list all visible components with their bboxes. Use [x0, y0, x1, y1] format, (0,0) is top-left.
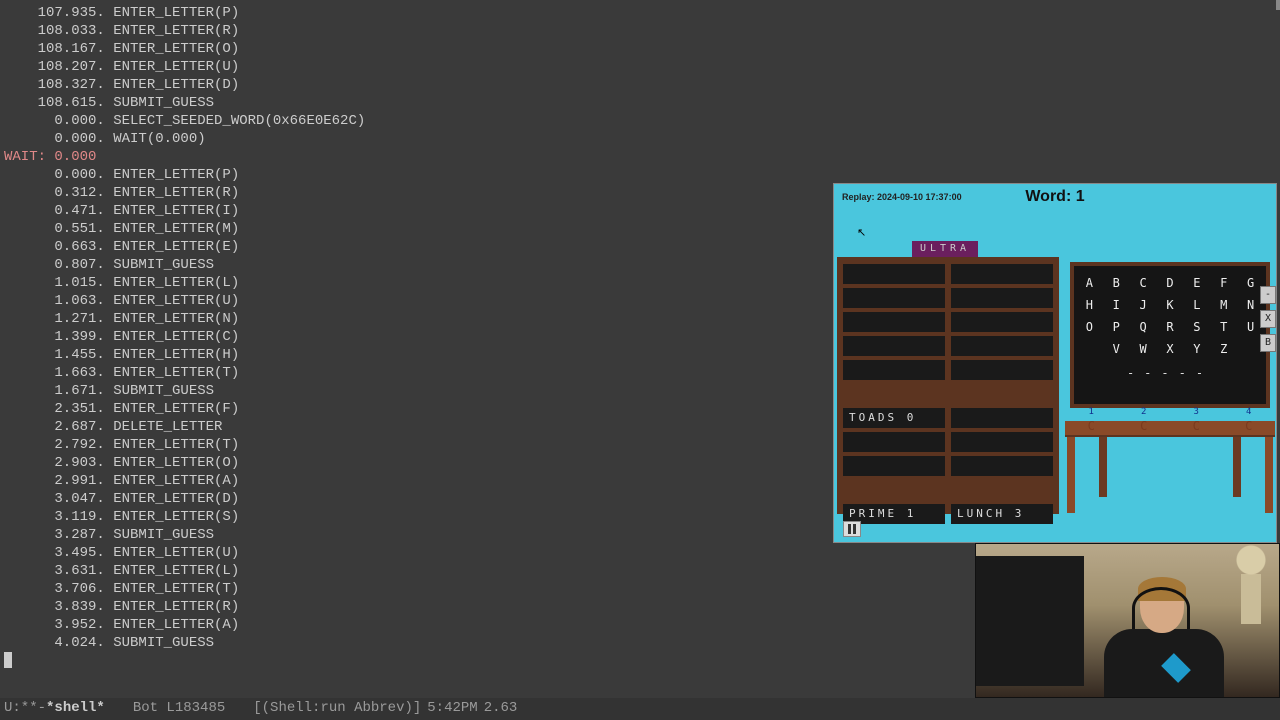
log-line: WAIT: 0.000	[4, 148, 1280, 166]
modeline-time: 5:42PM	[427, 700, 477, 718]
guess-cell	[951, 408, 1053, 428]
mouse-cursor-icon: ↖	[857, 226, 866, 239]
log-line: 108.327. ENTER_LETTER(D)	[4, 76, 1280, 94]
guess-cell	[843, 432, 945, 452]
alpha-key[interactable]: B	[1105, 276, 1128, 290]
alpha-key[interactable]: P	[1105, 320, 1128, 334]
guess-cell	[951, 432, 1053, 452]
desk-graphic: 1234 CCCC	[1065, 421, 1275, 516]
alpha-key[interactable]: I	[1105, 298, 1128, 312]
guess-cell	[843, 264, 945, 284]
side-button-x[interactable]: X	[1260, 310, 1276, 328]
webcam-feed	[975, 543, 1280, 698]
text-cursor	[4, 652, 12, 668]
modeline-modes: [(Shell:run Abbrev)]	[253, 700, 421, 718]
emacs-modeline: U:**-*shell* Bot L183485 [(Shell:run Abb…	[0, 698, 1280, 720]
log-line: 108.207. ENTER_LETTER(U)	[4, 58, 1280, 76]
guess-cell	[951, 264, 1053, 284]
alpha-key[interactable]: E	[1185, 276, 1208, 290]
alpha-key[interactable]: M	[1212, 298, 1235, 312]
guess-cell	[951, 312, 1053, 332]
modeline-position: Bot L183485	[133, 700, 225, 718]
guess-board: TOADS 0PRIME 1LUNCH 3	[843, 264, 1053, 524]
alpha-key[interactable]: T	[1212, 320, 1235, 334]
alpha-key[interactable]: Z	[1212, 342, 1235, 356]
game-titlebar: Replay: 2024-09-10 17:37:00 Word: 1	[834, 184, 1276, 210]
modeline-load: 2.63	[484, 700, 518, 718]
game-window: Replay: 2024-09-10 17:37:00 Word: 1 ↖ UL…	[833, 183, 1277, 543]
log-line: 108.615. SUBMIT_GUESS	[4, 94, 1280, 112]
alpha-key[interactable]: O	[1078, 320, 1101, 334]
scrollbar[interactable]	[1276, 0, 1280, 10]
side-buttons: - XB	[1260, 286, 1276, 352]
answer-dashes: -----	[1078, 366, 1262, 380]
guess-cell	[843, 288, 945, 308]
word-counter: Word: 1	[1025, 188, 1084, 206]
desk-numbers: 1234	[1065, 407, 1275, 417]
guess-cell	[843, 312, 945, 332]
alpha-key[interactable]: A	[1078, 276, 1101, 290]
side-button-b[interactable]: B	[1260, 334, 1276, 352]
alpha-key[interactable]: S	[1185, 320, 1208, 334]
alpha-key[interactable]: U	[1239, 320, 1262, 334]
alpha-key[interactable]: D	[1159, 276, 1182, 290]
log-line: 0.000. SELECT_SEEDED_WORD(0x66E0E62C)	[4, 112, 1280, 130]
log-line: 0.000. WAIT(0.000)	[4, 130, 1280, 148]
alpha-key[interactable]: J	[1132, 298, 1155, 312]
alpha-key[interactable]: Y	[1185, 342, 1208, 356]
alpha-key[interactable]: W	[1132, 342, 1155, 356]
guess-cell	[951, 288, 1053, 308]
guess-cell	[843, 360, 945, 380]
log-line: 108.033. ENTER_LETTER(R)	[4, 22, 1280, 40]
alpha-key[interactable]: L	[1185, 298, 1208, 312]
side-button--[interactable]: -	[1260, 286, 1276, 304]
pause-button[interactable]	[843, 521, 861, 537]
alpha-key	[1078, 342, 1101, 356]
alpha-key[interactable]: F	[1212, 276, 1235, 290]
guess-cell: LUNCH 3	[951, 504, 1053, 524]
alpha-key[interactable]: R	[1159, 320, 1182, 334]
alpha-key[interactable]: Q	[1132, 320, 1155, 334]
alphabet-grid: ABCDEFG HIJKLMN OPQRSTU VWXYZ	[1078, 276, 1262, 356]
replay-timestamp: Replay: 2024-09-10 17:37:00	[842, 192, 962, 202]
alpha-key[interactable]: C	[1132, 276, 1155, 290]
log-line: 107.935. ENTER_LETTER(P)	[4, 4, 1280, 22]
current-guess-banner: ULTRA	[912, 241, 978, 257]
guess-cell	[843, 456, 945, 476]
alpha-key[interactable]: N	[1239, 298, 1262, 312]
alpha-key[interactable]: G	[1239, 276, 1262, 290]
alpha-key	[1239, 342, 1262, 356]
guess-cell	[843, 336, 945, 356]
alpha-key[interactable]: H	[1078, 298, 1101, 312]
modeline-status: U:**-*shell*	[4, 700, 105, 718]
alpha-key[interactable]: V	[1105, 342, 1128, 356]
log-line: 108.167. ENTER_LETTER(O)	[4, 40, 1280, 58]
guess-cell: TOADS 0	[843, 408, 945, 428]
log-line: 0.000. ENTER_LETTER(P)	[4, 166, 1280, 184]
desk-curves: CCCC	[1065, 419, 1275, 433]
guess-cell	[951, 360, 1053, 380]
guess-cell	[951, 336, 1053, 356]
guess-cell	[951, 456, 1053, 476]
alphabet-panel: ABCDEFG HIJKLMN OPQRSTU VWXYZ -----	[1070, 262, 1270, 408]
alpha-key[interactable]: X	[1159, 342, 1182, 356]
alpha-key[interactable]: K	[1159, 298, 1182, 312]
